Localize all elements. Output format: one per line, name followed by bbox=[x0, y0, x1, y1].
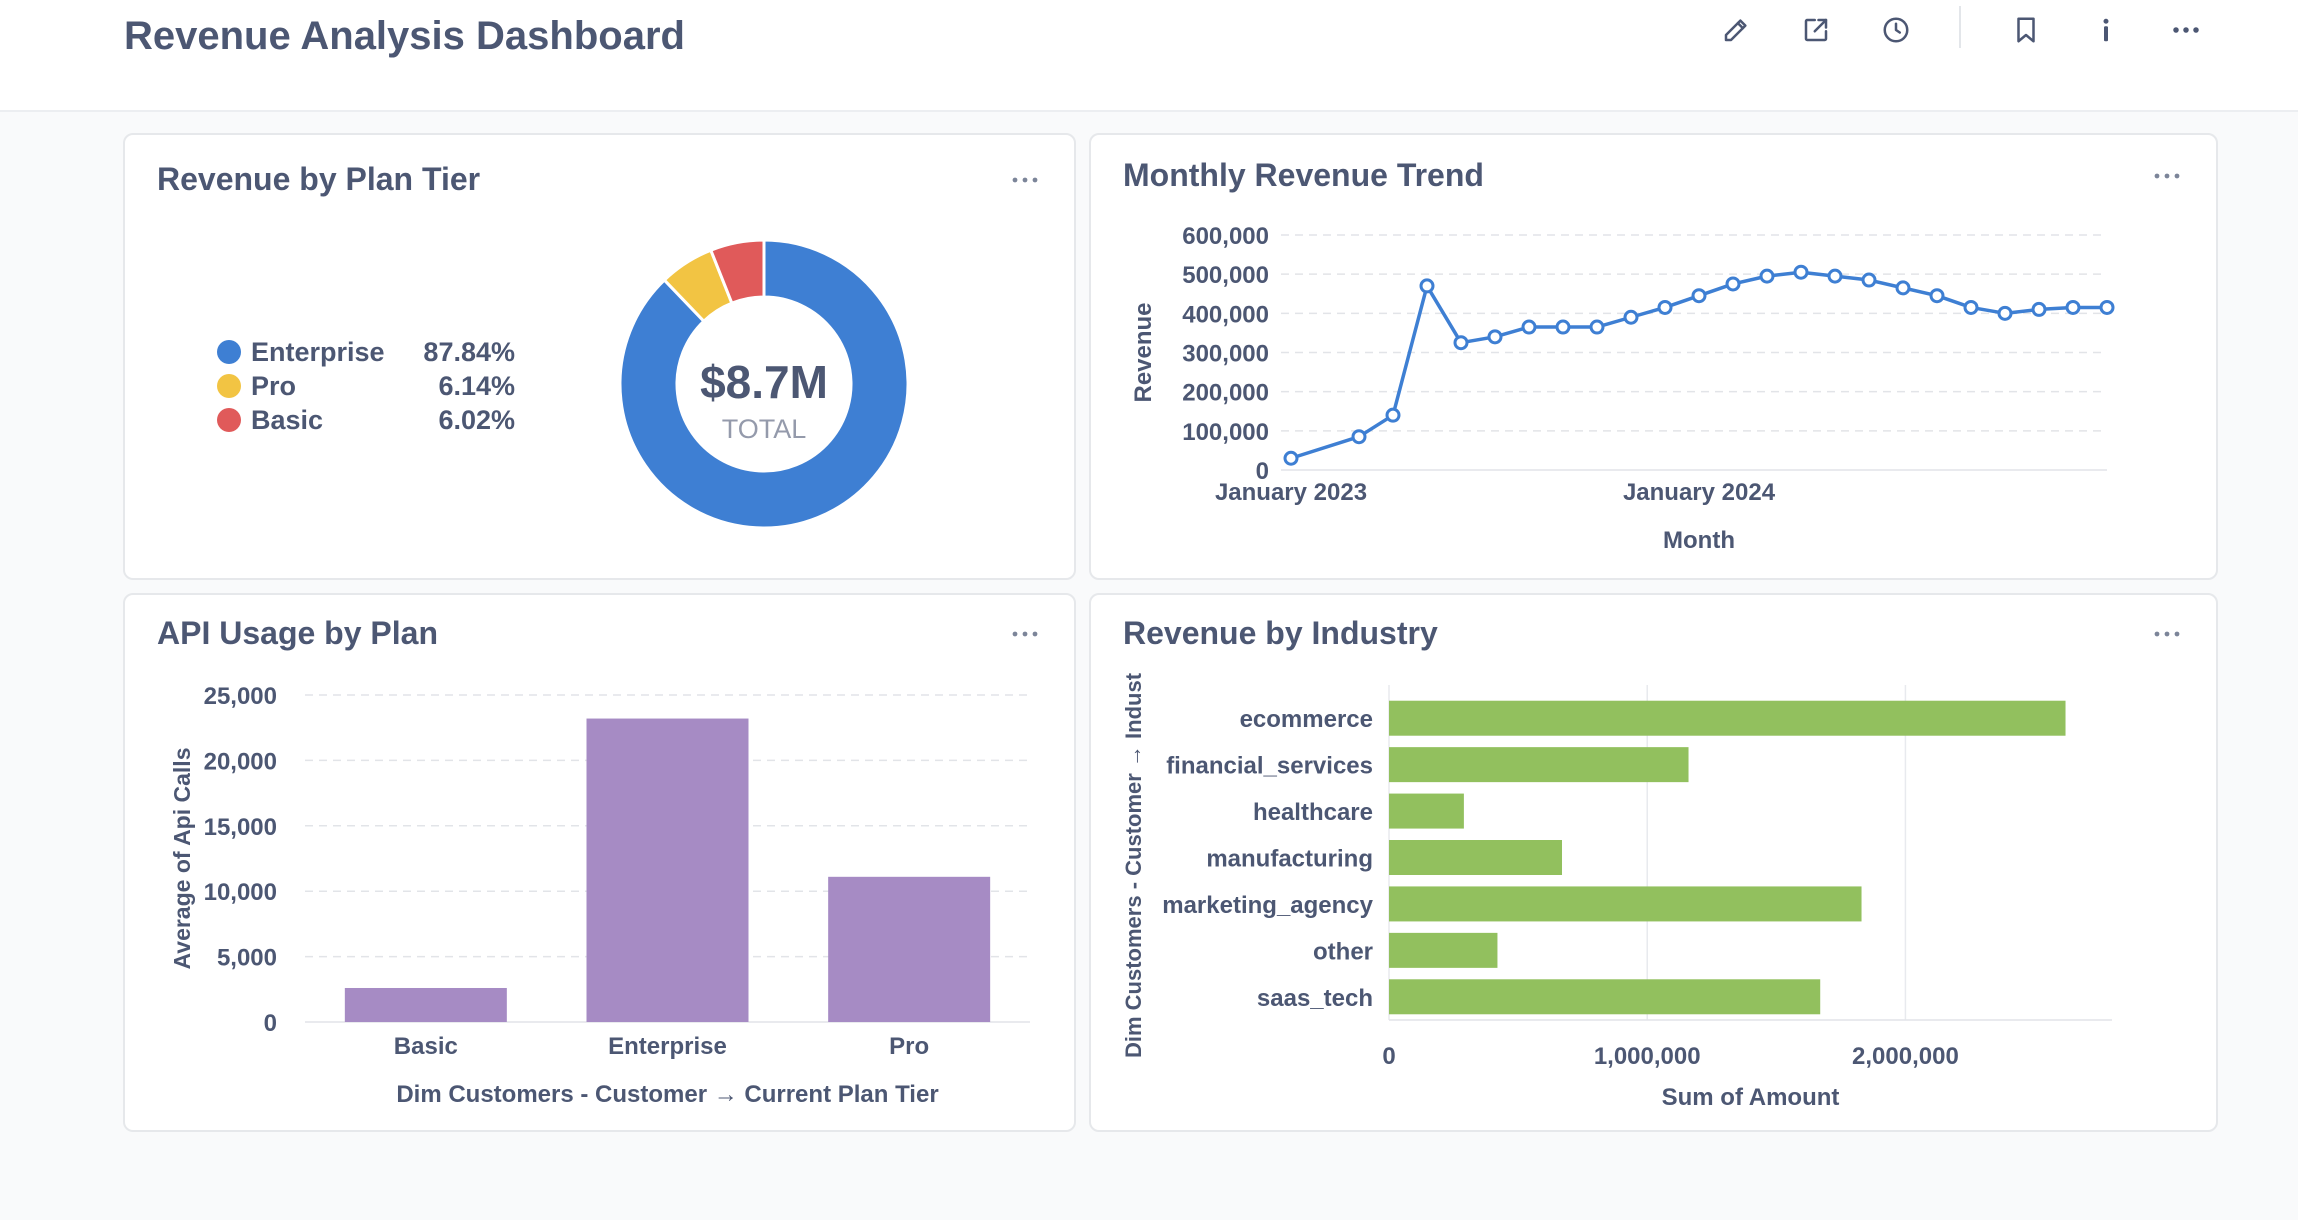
data-point bbox=[2031, 301, 2047, 317]
x-tick-label: Pro bbox=[889, 1033, 929, 1060]
x-tick-label: 0 bbox=[1382, 1043, 1395, 1070]
api-usage-card: API Usage by Plan 0 5,000 10,000 15,000 20,0… bbox=[123, 593, 1076, 1132]
data-point bbox=[1521, 319, 1537, 335]
data-point bbox=[1793, 264, 1809, 280]
y-tick-label: marketing_agency bbox=[1162, 892, 1373, 919]
data-point bbox=[2099, 299, 2115, 315]
history-icon bbox=[1883, 17, 1909, 43]
y-tick-label: 25,000 bbox=[204, 683, 277, 710]
y-tick-label: manufacturing bbox=[1206, 846, 1373, 873]
data-point bbox=[2065, 299, 2081, 315]
y-tick-label: ecommerce bbox=[1240, 706, 1373, 733]
more-options-button[interactable] bbox=[2162, 6, 2210, 54]
bookmark-icon bbox=[2017, 17, 2035, 43]
data-point bbox=[1385, 407, 1401, 423]
data-point bbox=[1555, 319, 1571, 335]
bar-financial_services bbox=[1389, 747, 1689, 783]
data-point bbox=[1895, 280, 1911, 296]
x-tick-label: Enterprise bbox=[608, 1033, 727, 1060]
y-tick-label: healthcare bbox=[1253, 799, 1373, 826]
history-button[interactable] bbox=[1872, 6, 1920, 54]
industry-card: Revenue by Industry 0 1,000,000 2,000,000 e… bbox=[1089, 593, 2218, 1132]
y-tick-label: 15,000 bbox=[204, 814, 277, 841]
horizontal-bar-chart: 0 1,000,000 2,000,000 ecommerce financial_se… bbox=[1121, 672, 2112, 1111]
data-point bbox=[1657, 299, 1673, 315]
x-tick-label: January 2023 bbox=[1215, 479, 1367, 506]
line-chart: 0100,000200,000300,000400,000500,000600,… bbox=[1130, 223, 2115, 554]
y-tick-label: other bbox=[1313, 938, 1373, 965]
x-axis-label: Dim Customers - Customer → Current Plan … bbox=[396, 1081, 938, 1108]
data-point bbox=[1691, 288, 1707, 304]
y-axis-label: Dim Customers - Customer → Indust bbox=[1121, 672, 1146, 1058]
y-tick-label: 500,000 bbox=[1182, 262, 1269, 289]
y-tick-label: 600,000 bbox=[1182, 223, 1269, 250]
y-tick-label: 100,000 bbox=[1182, 419, 1269, 446]
donut-total-value: $8.7M bbox=[700, 356, 828, 408]
share-button[interactable] bbox=[1792, 6, 1840, 54]
data-point bbox=[1453, 335, 1469, 351]
data-point bbox=[1589, 319, 1605, 335]
bar-marketing_agency bbox=[1389, 886, 1862, 922]
data-point bbox=[1419, 278, 1435, 294]
y-tick-label: financial_services bbox=[1166, 753, 1373, 780]
data-point bbox=[1963, 299, 1979, 315]
bar-manufacturing bbox=[1389, 840, 1563, 875]
data-point bbox=[1487, 329, 1503, 345]
y-tick-label: saas_tech bbox=[1257, 985, 1373, 1012]
y-tick-label: 10,000 bbox=[204, 879, 277, 906]
page-title: Revenue Analysis Dashboard bbox=[124, 14, 685, 58]
data-point bbox=[1725, 276, 1741, 292]
data-point bbox=[1827, 268, 1843, 284]
info-button[interactable] bbox=[2082, 6, 2130, 54]
bar-ecommerce bbox=[1389, 700, 2066, 736]
bar-basic bbox=[344, 987, 507, 1022]
data-point bbox=[1351, 429, 1367, 445]
bar-healthcare bbox=[1389, 793, 1464, 829]
dashboard-header: Revenue Analysis Dashboard bbox=[0, 0, 2298, 112]
data-point bbox=[1759, 268, 1775, 284]
data-point bbox=[1861, 272, 1877, 288]
bookmark-button[interactable] bbox=[2002, 6, 2050, 54]
more-icon bbox=[2173, 27, 2199, 33]
donut-chart: $8.7M TOTAL bbox=[618, 238, 910, 530]
x-tick-label: January 2024 bbox=[1623, 479, 1776, 506]
data-point bbox=[1929, 288, 1945, 304]
x-tick-label: 2,000,000 bbox=[1852, 1043, 1959, 1070]
data-point bbox=[1997, 305, 2013, 321]
y-tick-label: 20,000 bbox=[204, 748, 277, 775]
y-tick-label: 5,000 bbox=[217, 945, 277, 972]
data-point bbox=[1623, 309, 1639, 325]
bar-pro bbox=[828, 876, 991, 1022]
pencil-icon bbox=[1724, 19, 1747, 42]
info-icon bbox=[2103, 18, 2109, 42]
x-axis-label: Sum of Amount bbox=[1662, 1084, 1840, 1111]
donut-total-label: TOTAL bbox=[722, 414, 807, 444]
x-tick-label: Basic bbox=[394, 1033, 458, 1060]
edit-button[interactable] bbox=[1712, 6, 1760, 54]
y-axis-label: Revenue bbox=[1130, 302, 1157, 402]
y-tick-label: 400,000 bbox=[1182, 301, 1269, 328]
monthly-trend-card: Monthly Revenue Trend 0 100,000 200,000 300… bbox=[1089, 133, 2218, 580]
plan-tier-card: Revenue by Plan Tier Enterprise 87.84% Pro… bbox=[123, 133, 1076, 580]
bar-saas_tech bbox=[1389, 979, 1821, 1015]
y-tick-label: 300,000 bbox=[1182, 341, 1269, 368]
bar-enterprise bbox=[586, 718, 749, 1022]
header-divider bbox=[1959, 6, 1961, 48]
share-icon bbox=[1804, 18, 1828, 42]
y-tick-label: 0 bbox=[264, 1010, 277, 1037]
y-tick-label: 200,000 bbox=[1182, 380, 1269, 407]
bar-chart: 0 5,000 10,000 15,000 20,000 25,000 Basic Enter… bbox=[169, 683, 1030, 1108]
x-tick-label: 1,000,000 bbox=[1594, 1043, 1701, 1070]
x-axis-label: Month bbox=[1663, 527, 1735, 554]
y-axis-label: Average of Api Calls bbox=[169, 748, 195, 970]
bar-other bbox=[1389, 932, 1498, 968]
data-point bbox=[1283, 450, 1299, 466]
